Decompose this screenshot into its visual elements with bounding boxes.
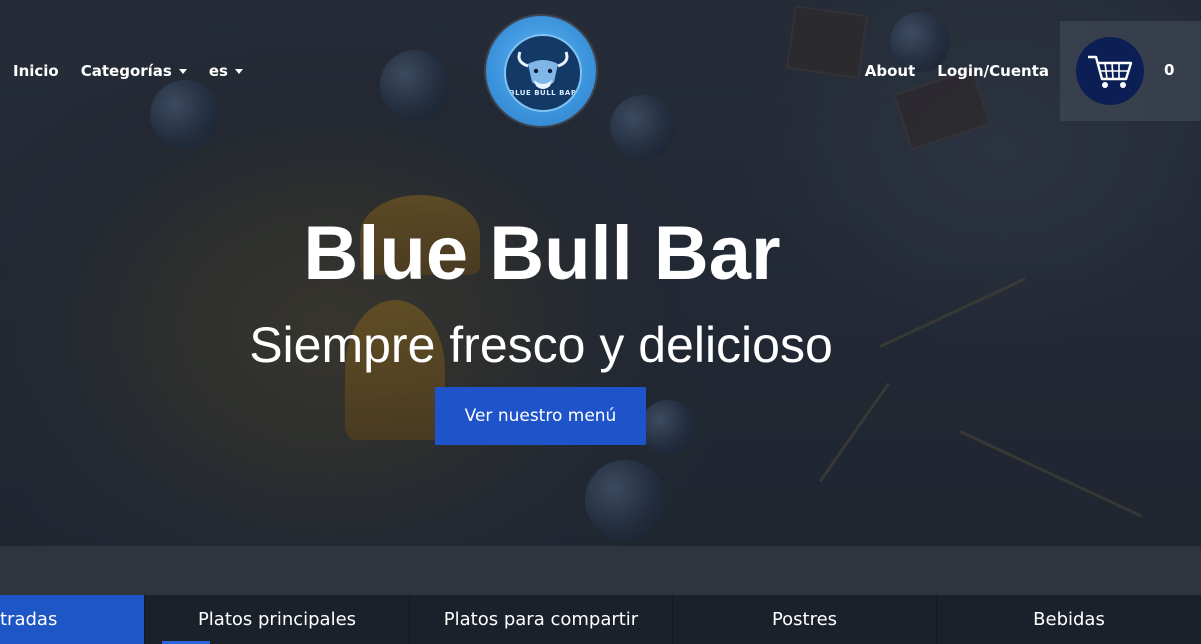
caret-down-icon: [178, 68, 187, 74]
nav-link-label: Inicio: [13, 62, 59, 80]
hero-subtitle: Siempre fresco y delicioso: [249, 317, 833, 373]
nav-dropdown-categorias[interactable]: Categorías: [81, 62, 187, 80]
nav-left: Inicio Categorías es: [13, 62, 265, 80]
view-menu-button[interactable]: Ver nuestro menú: [435, 387, 646, 445]
cart-button[interactable]: [1076, 37, 1144, 105]
logo-text: BLUE BULL BAR: [509, 89, 577, 97]
tab-label: Platos principales: [197, 609, 357, 630]
tab-label: Postres: [771, 609, 838, 630]
nav-link-about[interactable]: About: [865, 62, 916, 80]
nav-right: About Login/Cuenta: [843, 62, 1049, 80]
tab-postres[interactable]: Postres: [672, 595, 936, 644]
bull-logo-icon: BLUE BULL BAR: [504, 34, 582, 112]
category-tabs: tradas Platos principales Platos para co…: [0, 595, 1201, 644]
bull-head-icon: [517, 51, 569, 89]
cart-count: 0: [1164, 61, 1175, 79]
nav-link-label: Categorías: [80, 62, 172, 80]
site-logo[interactable]: BLUE BULL BAR: [486, 16, 596, 126]
shopping-cart-icon: [1088, 55, 1133, 88]
nav-link-login[interactable]: Login/Cuenta: [937, 62, 1049, 80]
tab-platos-para-compartir[interactable]: Platos para compartir: [409, 595, 672, 644]
cart-panel: 0: [1060, 21, 1201, 121]
hero-title: Blue Bull Bar: [303, 211, 781, 296]
tab-platos-principales[interactable]: Platos principales: [144, 595, 409, 644]
tab-bebidas[interactable]: Bebidas: [936, 595, 1201, 644]
caret-down-icon: [234, 68, 243, 74]
nav-link-inicio[interactable]: Inicio: [13, 62, 59, 80]
nav-link-label: es: [208, 62, 228, 80]
tab-entradas[interactable]: tradas: [0, 595, 144, 644]
tab-label: Bebidas: [1033, 609, 1105, 630]
language-dropdown[interactable]: es: [209, 62, 243, 80]
tab-label: tradas: [0, 609, 58, 630]
section-band: [0, 546, 1201, 595]
tab-label: Platos para compartir: [443, 609, 639, 630]
